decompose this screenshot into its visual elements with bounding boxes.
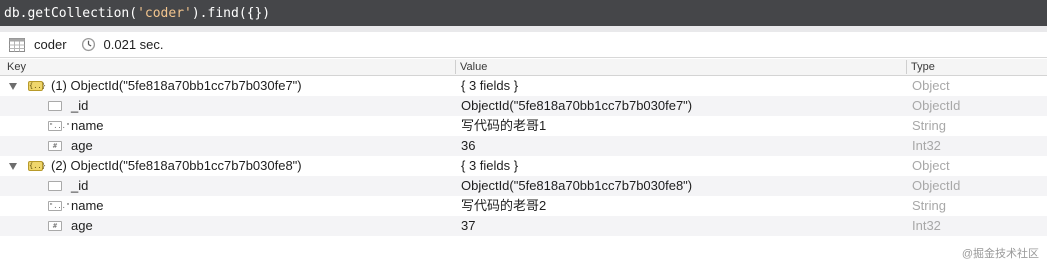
query-bar[interactable]: db.getCollection('coder').find({}) — [0, 0, 1047, 26]
document-type: Object — [912, 158, 950, 173]
table-icon — [9, 37, 25, 52]
field-row[interactable]: _id ObjectId("5fe818a70bb1cc7b7b030fe8")… — [0, 176, 1047, 196]
field-key: _id — [71, 178, 89, 193]
field-key: _id — [71, 98, 89, 113]
column-header-type[interactable]: Type — [911, 61, 935, 73]
field-row[interactable]: "..." name 写代码的老哥1 String — [0, 116, 1047, 136]
field-key: age — [71, 138, 93, 153]
watermark: @掘金技术社区 — [961, 248, 1039, 260]
column-header-key[interactable]: Key — [7, 61, 26, 73]
clock-icon — [81, 37, 95, 52]
field-value: ObjectId("5fe818a70bb1cc7b7b030fe7") — [461, 98, 693, 113]
query-prefix: db.getCollection( — [4, 5, 138, 21]
field-type: String — [912, 118, 946, 133]
query-suffix: ).find({}) — [191, 5, 271, 21]
document-type: Object — [912, 78, 950, 93]
field-type: Int32 — [912, 218, 941, 233]
collection-name: coder — [34, 37, 67, 52]
disclosure-triangle-icon[interactable] — [9, 83, 17, 90]
document-key: (2) ObjectId("5fe818a70bb1cc7b7b030fe8") — [51, 158, 302, 173]
field-type: Int32 — [912, 138, 941, 153]
field-type: ObjectId — [912, 178, 961, 193]
field-row[interactable]: _id ObjectId("5fe818a70bb1cc7b7b030fe7")… — [0, 96, 1047, 116]
disclosure-triangle-icon[interactable] — [9, 163, 17, 170]
field-value: 写代码的老哥1 — [461, 118, 547, 133]
result-tree: {..} (1) ObjectId("5fe818a70bb1cc7b7b030… — [0, 76, 1047, 236]
document-value: { 3 fields } — [461, 78, 519, 93]
field-row[interactable]: # age 37 Int32 — [0, 216, 1047, 236]
query-elapsed-time: 0.021 sec. — [103, 37, 164, 52]
string-field-icon: "..." — [48, 201, 71, 211]
document-row[interactable]: {..} (1) ObjectId("5fe818a70bb1cc7b7b030… — [0, 76, 1047, 96]
column-divider[interactable] — [455, 60, 456, 74]
column-header-value[interactable]: Value — [460, 61, 487, 73]
document-key: (1) ObjectId("5fe818a70bb1cc7b7b030fe7") — [51, 78, 302, 93]
object-icon: {..} — [28, 161, 46, 171]
number-field-icon: # — [48, 221, 62, 231]
object-icon: {..} — [28, 81, 46, 91]
field-value: 写代码的老哥2 — [461, 198, 547, 213]
result-info-bar: coder 0.021 sec. — [0, 32, 1047, 58]
column-header: Key Value Type — [0, 59, 1047, 76]
field-type: String — [912, 198, 946, 213]
field-value: ObjectId("5fe818a70bb1cc7b7b030fe8") — [461, 178, 693, 193]
field-key: name — [71, 118, 104, 133]
field-row[interactable]: "..." name 写代码的老哥2 String — [0, 196, 1047, 216]
query-text[interactable]: db.getCollection('coder').find({}) — [4, 6, 270, 21]
field-key: age — [71, 218, 93, 233]
document-row[interactable]: {..} (2) ObjectId("5fe818a70bb1cc7b7b030… — [0, 156, 1047, 176]
field-key: name — [71, 198, 104, 213]
string-field-icon: "..." — [48, 121, 71, 131]
field-value: 37 — [461, 218, 476, 233]
id-field-icon — [48, 181, 62, 191]
column-divider[interactable] — [906, 60, 907, 74]
field-row[interactable]: # age 36 Int32 — [0, 136, 1047, 156]
field-type: ObjectId — [912, 98, 961, 113]
field-value: 36 — [461, 138, 476, 153]
document-value: { 3 fields } — [461, 158, 519, 173]
id-field-icon — [48, 101, 62, 111]
number-field-icon: # — [48, 141, 62, 151]
query-argument: 'coder' — [137, 5, 192, 21]
